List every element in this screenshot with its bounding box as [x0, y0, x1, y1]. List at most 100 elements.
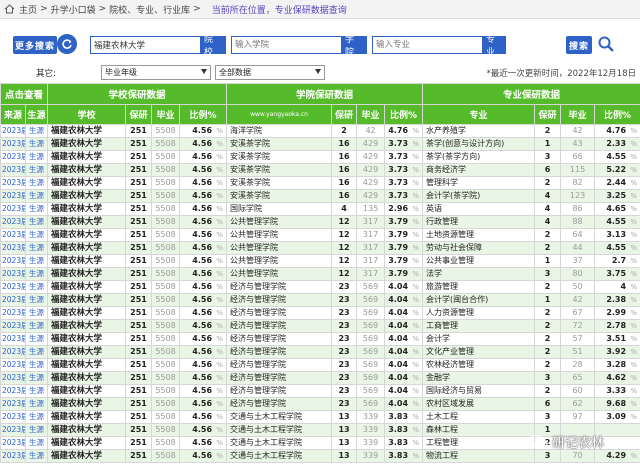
row-year-link[interactable]: 2023届: [0, 202, 26, 216]
row-source-link[interactable]: 生源: [24, 371, 49, 385]
major-tag[interactable]: 专业: [482, 35, 505, 58]
row-school-biye: 5508: [151, 397, 181, 411]
row-year-link[interactable]: 2023届: [0, 137, 26, 151]
row-source-link[interactable]: 生源: [24, 410, 49, 424]
row-college-baoyan: 23: [331, 319, 358, 333]
school-input[interactable]: [91, 37, 200, 53]
row-year-link[interactable]: 2023届: [0, 384, 26, 398]
row-major-baoyan: 2: [534, 345, 562, 359]
row-school-baoyan: 251: [125, 189, 153, 203]
row-college-ratio: 3.79: [384, 215, 424, 229]
refresh-icon[interactable]: [57, 34, 77, 54]
row-year-link[interactable]: 2023届: [0, 215, 26, 229]
college-tag[interactable]: 学院: [341, 35, 366, 58]
row-source-link[interactable]: 生源: [24, 436, 49, 450]
row-source-link[interactable]: 生源: [24, 202, 49, 216]
row-major-baoyan: 4: [534, 215, 562, 229]
row-college-biye: 429: [356, 163, 386, 177]
row-source-link[interactable]: 生源: [24, 241, 49, 255]
row-school-ratio: 4.56: [179, 189, 228, 203]
row-source-link[interactable]: 生源: [24, 293, 49, 307]
breadcrumb-library[interactable]: 院校、专业、行业库: [109, 3, 190, 16]
table-row: 2023届生源福建农林大学25155084.56经济与管理学院235694.04…: [0, 358, 640, 372]
row-college-ratio: 4.04: [384, 358, 424, 372]
row-year-link[interactable]: 2023届: [0, 241, 26, 255]
more-search-button[interactable]: 更多搜索: [13, 36, 57, 54]
row-major-biye: 60: [560, 384, 596, 398]
row-year-link[interactable]: 2023届: [0, 423, 26, 437]
row-source-link[interactable]: 生源: [24, 124, 49, 138]
row-source-link[interactable]: 生源: [24, 358, 49, 372]
row-source-link[interactable]: 生源: [24, 150, 49, 164]
col-origin: 生源: [24, 104, 49, 125]
row-year-link[interactable]: 2023届: [0, 124, 26, 138]
search-button[interactable]: 搜索: [566, 36, 592, 54]
row-school-baoyan: 251: [125, 319, 153, 333]
table-body: 2023届生源福建农林大学25155084.56海洋学院2424.76水产养殖学…: [0, 124, 640, 463]
row-major: 工商管理: [422, 319, 536, 333]
row-year-link[interactable]: 2023届: [0, 410, 26, 424]
home-icon[interactable]: [4, 4, 15, 14]
row-source-link[interactable]: 生源: [24, 449, 49, 463]
row-school-ratio: 4.56: [179, 150, 228, 164]
row-source-link[interactable]: 生源: [24, 332, 49, 346]
data-select[interactable]: 全部数据: [215, 65, 325, 80]
row-college: 公共管理学院: [226, 241, 333, 255]
row-year-link[interactable]: 2023届: [0, 345, 26, 359]
row-year-link[interactable]: 2023届: [0, 306, 26, 320]
breadcrumb-home[interactable]: 主页: [19, 3, 37, 16]
row-year-link[interactable]: 2023届: [0, 163, 26, 177]
row-year-link[interactable]: 2023届: [0, 358, 26, 372]
row-year-link[interactable]: 2023届: [0, 371, 26, 385]
row-year-link[interactable]: 2023届: [0, 228, 26, 242]
row-major-baoyan: 2: [534, 124, 562, 138]
row-year-link[interactable]: 2023届: [0, 319, 26, 333]
grade-select[interactable]: 毕业年级: [101, 65, 211, 80]
row-year-link[interactable]: 2023届: [0, 293, 26, 307]
row-major-ratio: 3.33: [594, 384, 640, 398]
row-major-biye: 72: [560, 319, 596, 333]
search-icon[interactable]: [596, 34, 616, 54]
row-school-biye: 5508: [151, 371, 181, 385]
row-year-link[interactable]: 2023届: [0, 189, 26, 203]
row-year-link[interactable]: 2023届: [0, 254, 26, 268]
row-source-link[interactable]: 生源: [24, 228, 49, 242]
col-major: 专业: [422, 104, 536, 125]
row-source-link[interactable]: 生源: [24, 423, 49, 437]
row-source-link[interactable]: 生源: [24, 280, 49, 294]
row-school-ratio: 4.56: [179, 397, 228, 411]
row-year-link[interactable]: 2023届: [0, 150, 26, 164]
row-source-link[interactable]: 生源: [24, 397, 49, 411]
row-source-link[interactable]: 生源: [24, 163, 49, 177]
row-year-link[interactable]: 2023届: [0, 267, 26, 281]
row-major: 茶学(茶学方向): [422, 150, 536, 164]
row-major: 人力资源管理: [422, 306, 536, 320]
row-source-link[interactable]: 生源: [24, 254, 49, 268]
row-source-link[interactable]: 生源: [24, 319, 49, 333]
breadcrumb-pocket[interactable]: 升学小口袋: [51, 3, 96, 16]
row-year-link[interactable]: 2023届: [0, 176, 26, 190]
row-source-link[interactable]: 生源: [24, 137, 49, 151]
row-year-link[interactable]: 2023届: [0, 397, 26, 411]
row-source-link[interactable]: 生源: [24, 176, 49, 190]
major-input[interactable]: [373, 37, 482, 53]
click-view-header: 点击查看: [0, 83, 49, 105]
row-college-ratio: 3.79: [384, 228, 424, 242]
row-major: 水产养殖学: [422, 124, 536, 138]
row-major: 土木工程: [422, 410, 536, 424]
college-input[interactable]: [232, 37, 341, 53]
school-tag[interactable]: 院校: [200, 35, 225, 58]
row-source-link[interactable]: 生源: [24, 267, 49, 281]
row-source-link[interactable]: 生源: [24, 384, 49, 398]
row-source-link[interactable]: 生源: [24, 189, 49, 203]
row-year-link[interactable]: 2023届: [0, 436, 26, 450]
row-source-link[interactable]: 生源: [24, 306, 49, 320]
row-major-ratio: 2.44: [594, 176, 640, 190]
row-source-link[interactable]: 生源: [24, 345, 49, 359]
row-college: 公共管理学院: [226, 267, 333, 281]
row-source-link[interactable]: 生源: [24, 215, 49, 229]
row-college-biye: 317: [356, 215, 386, 229]
row-year-link[interactable]: 2023届: [0, 280, 26, 294]
row-year-link[interactable]: 2023届: [0, 449, 26, 463]
row-year-link[interactable]: 2023届: [0, 332, 26, 346]
